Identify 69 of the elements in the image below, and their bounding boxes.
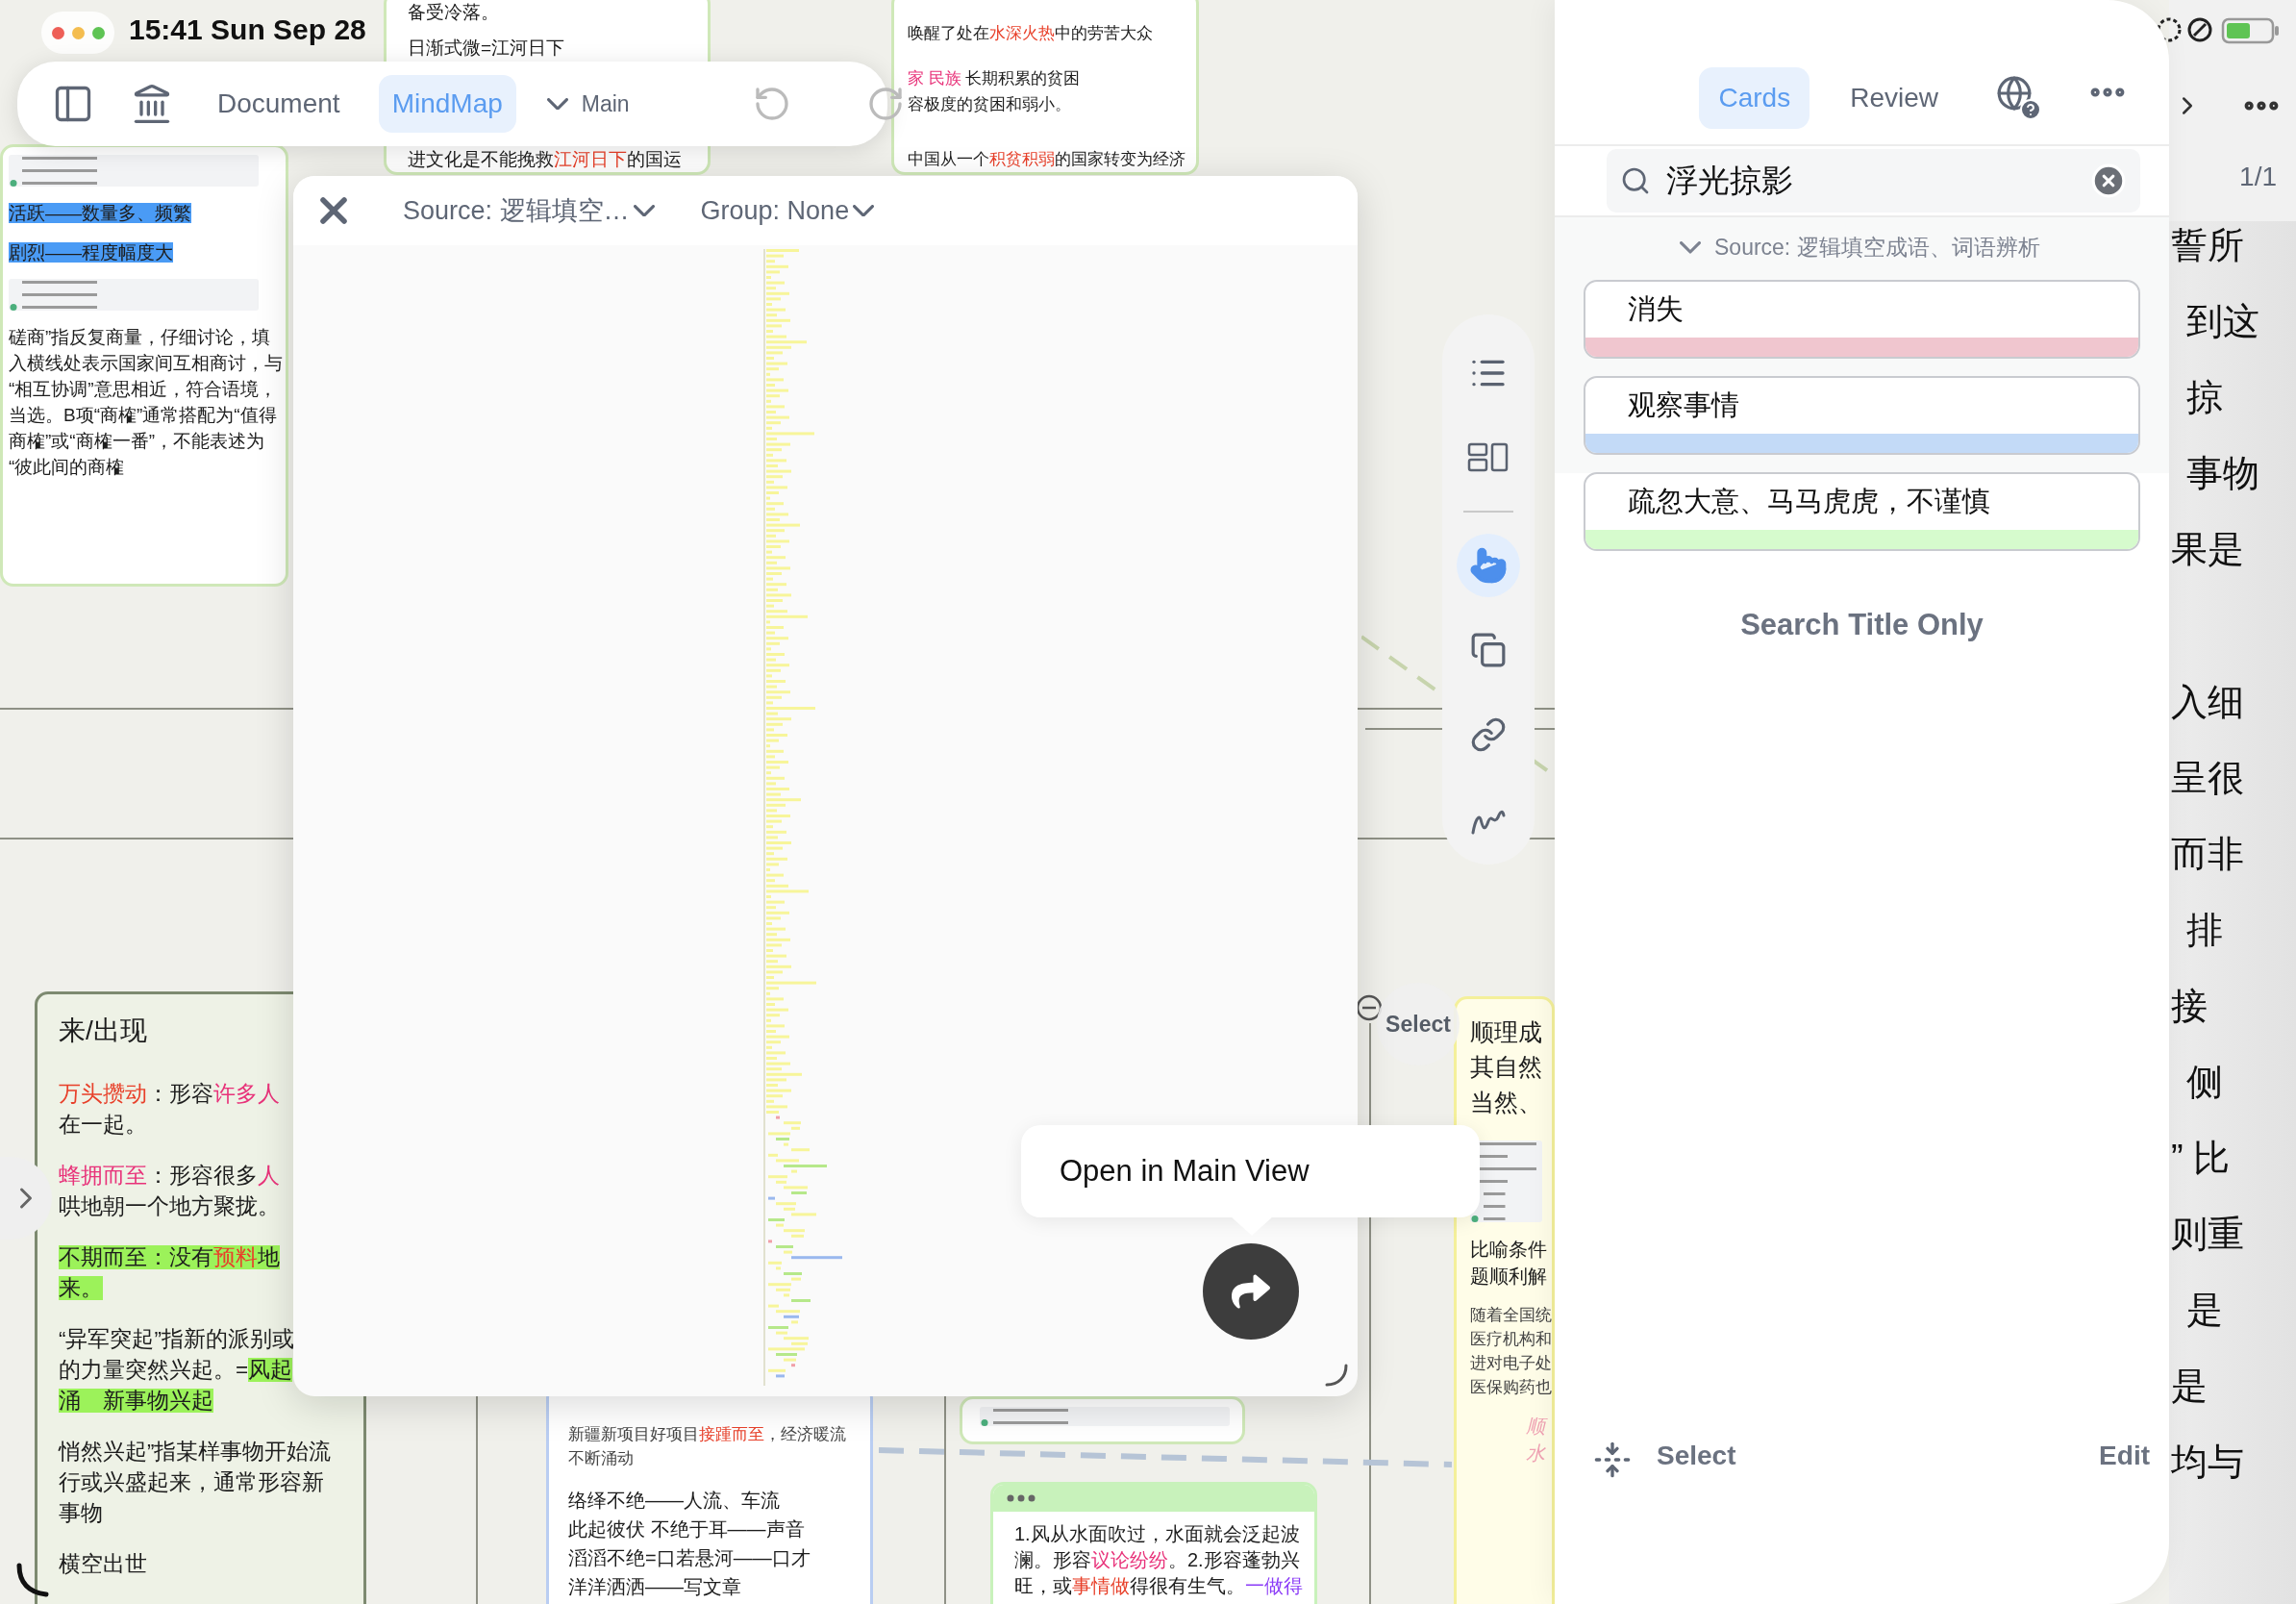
- note-title: 顺理成: [1470, 1017, 1542, 1047]
- handwritten-note: 水: [1526, 1441, 1545, 1466]
- card-title: 消失: [1627, 292, 1685, 326]
- note-title: 来/出现: [59, 1015, 147, 1047]
- note-text: 剧烈——程度幅度大: [9, 241, 173, 264]
- note-text: 进对电子处: [1470, 1351, 1552, 1374]
- document-text: 入细: [2171, 681, 2244, 724]
- note-text: 新疆新项目好项目接踵而至，经济暖流: [568, 1423, 846, 1445]
- document-text: 均与: [2171, 1441, 2244, 1484]
- document-text: 而非: [2171, 833, 2244, 876]
- note-text: 此起彼伏 不绝于耳——声音: [568, 1516, 805, 1541]
- note-text: 蜂拥而至：形容很多人: [59, 1162, 280, 1190]
- card-title: 观察事情: [1627, 388, 1740, 422]
- document-text: 侧: [2186, 1061, 2223, 1104]
- note-text: 医疗机构和: [1470, 1327, 1552, 1350]
- page-counter: 1/1: [2239, 162, 2277, 192]
- note-text: 旺，或事情做得很有生气。一做得: [1014, 1574, 1303, 1598]
- document-text: 是: [2186, 1289, 2223, 1332]
- document-text: 则重: [2171, 1213, 2244, 1256]
- note-title: 当然、: [1470, 1087, 1542, 1117]
- document-text: 到这: [2186, 300, 2259, 343]
- note-text: 络绎不绝——人流、车流: [568, 1488, 780, 1513]
- note-text: 商榷”或“商榷一番”，不能表述为: [9, 430, 264, 453]
- note-text: 随着全国统: [1470, 1303, 1552, 1326]
- note-text: 唤醒了处在水深火热中的劳苦大众: [908, 23, 1153, 44]
- note-text: 容极度的贫困和弱小。: [908, 94, 1071, 115]
- note-text: 活跃——数量多、频繁: [9, 202, 191, 225]
- note-text: 涌 新事物兴起: [59, 1387, 213, 1415]
- note-text: 洋洋洒洒——写文章: [568, 1574, 741, 1599]
- document-text: 接: [2171, 985, 2208, 1028]
- document-text: 排: [2186, 909, 2223, 952]
- note-text: 中国从一个积贫积弱的国家转变为经济: [908, 149, 1185, 170]
- note-text: 哄地朝一个地方聚拢。: [59, 1192, 280, 1220]
- note-text: 澜。形容议论纷纷。2.形容蓬勃兴: [1014, 1548, 1300, 1572]
- note-text: 的力量突然兴起。=风起: [59, 1356, 293, 1384]
- note-text: 当选。B项“商榷”通常搭配为“值得: [9, 404, 277, 427]
- note-text: 横空出世: [59, 1550, 147, 1578]
- note-text: 来。: [59, 1274, 103, 1302]
- document-text: 呈很: [2171, 757, 2244, 800]
- document-text: 掠: [2186, 376, 2223, 419]
- note-text: 事物: [59, 1499, 103, 1527]
- note-text: 不断涌动: [568, 1446, 634, 1469]
- note-text: 日渐式微=江河日下: [408, 37, 565, 60]
- card-title: 疏忽大意、马马虎虎，不谨慎: [1627, 485, 1991, 518]
- note-text: 万头攒动：形容许多人: [59, 1080, 280, 1108]
- note-title: 其自然: [1470, 1052, 1542, 1083]
- note-text: 磋商”指反复商量，仔细讨论，填: [9, 326, 271, 349]
- status-time: 15:41 Sun Sep 28: [129, 13, 366, 46]
- document-text: 誓所: [2171, 224, 2244, 267]
- note-text: “异军突起”指新的派别或: [59, 1325, 294, 1353]
- note-text: “彼此间的商榷: [9, 456, 125, 479]
- note-text: 备受冷落。: [408, 1, 499, 24]
- document-text: ” 比: [2171, 1137, 2231, 1180]
- note-text: 家 民族 长期积累的贫困: [908, 68, 1081, 89]
- note-text: 行或兴盛起来，通常形容新: [59, 1468, 324, 1496]
- note-text: 比喻条件: [1470, 1237, 1547, 1262]
- note-text: 在一起。: [59, 1111, 147, 1139]
- document-text: 是: [2171, 1365, 2208, 1408]
- note-text: 入横线处表示国家间互相商讨，与: [9, 352, 283, 375]
- note-text: 1.风从水面吹过，水面就会泛起波: [1014, 1522, 1300, 1546]
- note-text: 医保购药也: [1470, 1375, 1552, 1398]
- document-text: 果是: [2171, 528, 2244, 571]
- note-text: 题顺利解: [1470, 1264, 1547, 1289]
- note-text: 不期而至：没有预料地: [59, 1243, 280, 1271]
- note-text: “相互协调”意思相近，符合语境，: [9, 378, 277, 401]
- note-text: 进文化是不能挽救江河日下的国运: [408, 148, 682, 171]
- note-text: 悄然兴起”指某样事物开始流: [59, 1438, 332, 1466]
- note-text: 滔滔不绝=口若悬河——口才: [568, 1545, 811, 1570]
- document-text: 事物: [2186, 452, 2259, 495]
